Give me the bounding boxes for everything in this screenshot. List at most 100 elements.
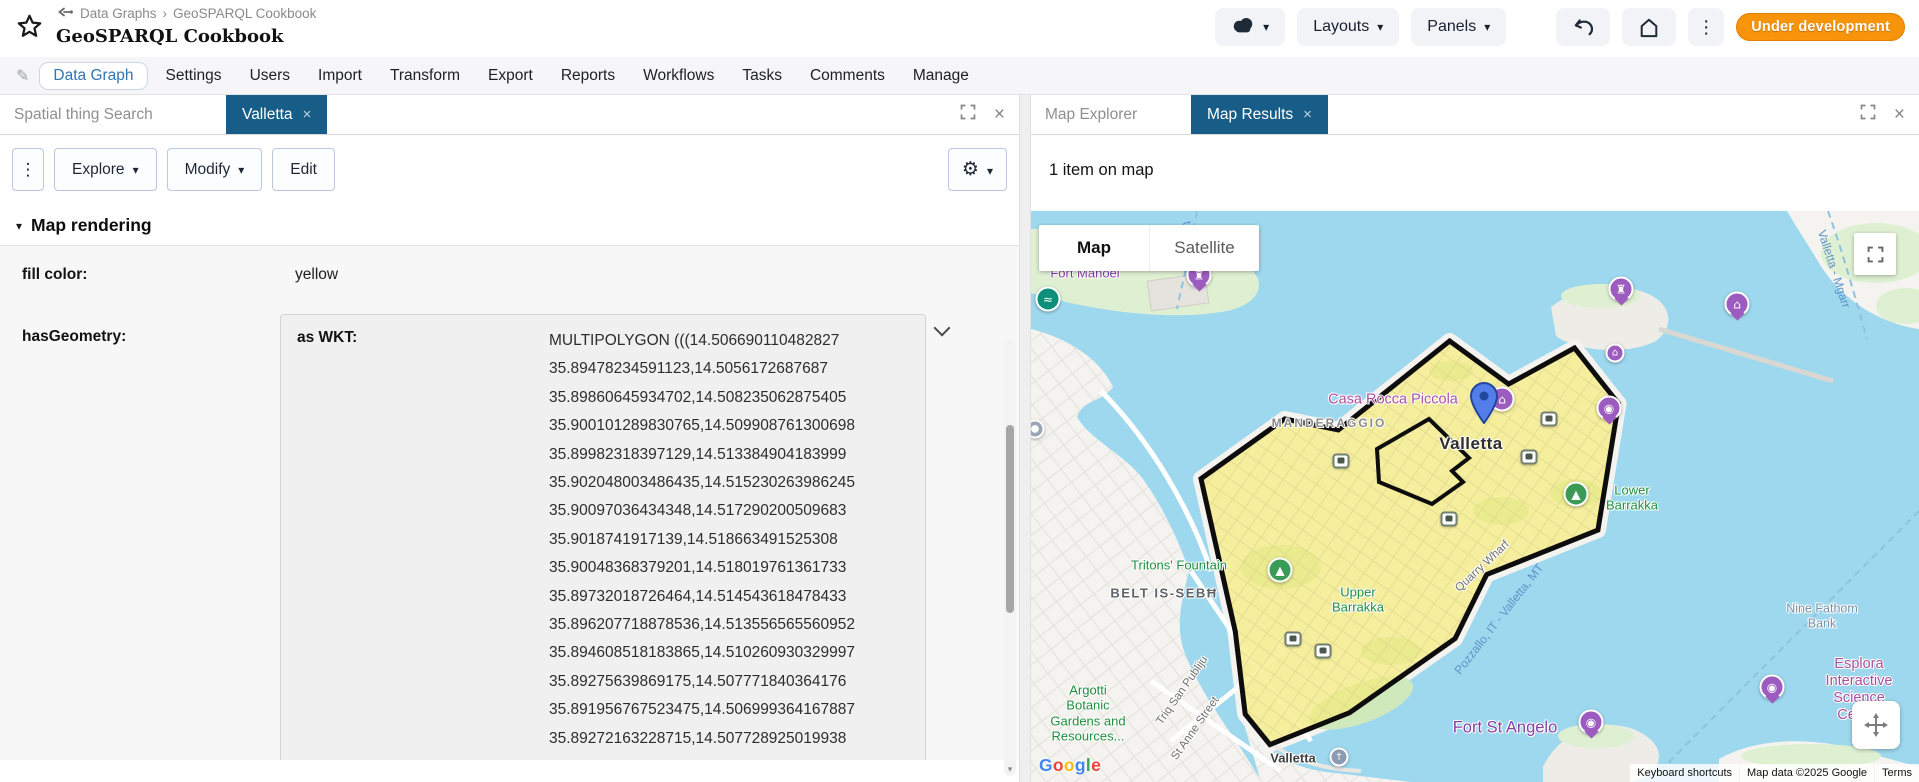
map-status-text: 1 item on map bbox=[1031, 135, 1919, 211]
waterfront-glyph: ◉ bbox=[1604, 402, 1614, 414]
map-attribution: Keyboard shortcuts Map data ©2025 Google… bbox=[1629, 764, 1919, 782]
satellite-view-button[interactable]: Satellite bbox=[1149, 225, 1259, 271]
harbor-icon[interactable]: ⌂ bbox=[1606, 344, 1625, 363]
bus-stop-icon[interactable] bbox=[1333, 454, 1350, 469]
nav-tab-tasks[interactable]: Tasks bbox=[728, 63, 796, 89]
point-glyph: ⌂ bbox=[1733, 298, 1741, 310]
collapse-triangle-icon: ▾ bbox=[16, 219, 22, 233]
wkt-line: 35.90048368379201,14.518019761361733 bbox=[549, 554, 921, 582]
vertical-scrollbar[interactable]: ▾ bbox=[1004, 340, 1016, 776]
tree-icon[interactable]: ▲ bbox=[1268, 558, 1293, 583]
breadcrumb-root[interactable]: Data Graphs bbox=[80, 6, 157, 21]
nav-tab-reports[interactable]: Reports bbox=[547, 63, 629, 89]
wkt-line: 35.90097036434348,14.517290200509683 bbox=[549, 497, 921, 525]
map-canvas[interactable]: Fort ManoelMANDERAGGIOCasa Rocca Piccola… bbox=[1031, 211, 1919, 782]
scrollbar-down-arrow-icon[interactable]: ▾ bbox=[1004, 764, 1016, 775]
terms-link[interactable]: Terms bbox=[1875, 764, 1919, 782]
kebab-icon: ⋮ bbox=[20, 160, 37, 180]
breadcrumb-current[interactable]: GeoSPARQL Cookbook bbox=[173, 6, 316, 21]
wkt-line: 35.9018741917139,14.518663491525308 bbox=[549, 526, 921, 554]
cloud-menu-button[interactable] bbox=[1215, 8, 1285, 46]
nav-tab-workflows[interactable]: Workflows bbox=[629, 63, 728, 89]
explore-button[interactable]: Explore bbox=[54, 148, 157, 191]
fort-st-angelo-icon[interactable]: ◉ bbox=[1579, 710, 1604, 735]
nav-tab-users[interactable]: Users bbox=[236, 63, 304, 89]
fullscreen-icon bbox=[1867, 246, 1884, 263]
close-panel-icon[interactable]: × bbox=[994, 105, 1005, 124]
map-fullscreen-button[interactable] bbox=[1854, 233, 1896, 275]
bus-stop-icon[interactable] bbox=[1521, 450, 1538, 465]
pencil-icon[interactable]: ✎ bbox=[16, 66, 29, 85]
wkt-line: 35.894608518183865,14.510260930329997 bbox=[549, 639, 921, 667]
map-rendering-section-header[interactable]: ▾ Map rendering bbox=[0, 204, 1019, 246]
panel-splitter[interactable] bbox=[1019, 95, 1031, 782]
home-button[interactable] bbox=[1622, 8, 1676, 46]
map-pan-button[interactable] bbox=[1852, 701, 1900, 749]
wkt-line: 35.902048003486435,14.515230263986245 bbox=[549, 469, 921, 497]
nav-tab-settings[interactable]: Settings bbox=[152, 63, 236, 89]
close-icon[interactable]: × bbox=[303, 106, 312, 123]
breadcrumb: Data Graphs › GeoSPARQL Cookbook bbox=[56, 4, 316, 23]
expand-panel-icon[interactable] bbox=[960, 104, 976, 125]
tab-map-explorer[interactable]: Map Explorer bbox=[1031, 95, 1191, 134]
nav-tab-manage[interactable]: Manage bbox=[899, 63, 983, 89]
ferry-icon[interactable]: ≈ bbox=[1036, 287, 1061, 312]
expand-panel-icon[interactable] bbox=[1860, 104, 1876, 125]
fill-color-value: yellow bbox=[295, 266, 338, 284]
toolbar-kebab-button[interactable]: ⋮ bbox=[12, 148, 44, 191]
scrollbar-thumb[interactable] bbox=[1006, 425, 1014, 613]
modify-button[interactable]: Modify bbox=[167, 148, 263, 191]
wkt-line: 35.89272163228715,14.507728925019938 bbox=[549, 725, 921, 753]
nav-tab-import[interactable]: Import bbox=[304, 63, 376, 89]
wkt-line: 35.89732018726464,14.514543618478433 bbox=[549, 583, 921, 611]
edit-button[interactable]: Edit bbox=[272, 148, 335, 191]
tab-valletta[interactable]: Valletta × bbox=[226, 95, 327, 134]
waterfront-icon[interactable]: ◉ bbox=[1597, 396, 1622, 421]
more-options-button[interactable]: ⋮ bbox=[1688, 8, 1724, 46]
nav-tab-transform[interactable]: Transform bbox=[376, 63, 474, 89]
nav-tab-export[interactable]: Export bbox=[474, 63, 547, 89]
fort-st-angelo-glyph: ◉ bbox=[1586, 716, 1596, 728]
tab-map-results[interactable]: Map Results × bbox=[1191, 95, 1328, 134]
point-icon[interactable]: ⌂ bbox=[1725, 292, 1750, 317]
favorite-star-icon[interactable] bbox=[16, 13, 43, 45]
gear-icon: ⚙ bbox=[962, 158, 979, 181]
chevron-down-icon[interactable] bbox=[934, 320, 951, 337]
right-panel-tabs: Map Explorer Map Results × × bbox=[1031, 95, 1919, 135]
google-logo[interactable]: Google bbox=[1039, 755, 1101, 776]
bus-stop-icon[interactable] bbox=[1441, 512, 1458, 527]
bus-stop-icon[interactable] bbox=[1285, 632, 1302, 647]
castle-icon[interactable]: ♜ bbox=[1609, 277, 1634, 302]
map-view-button[interactable]: Map bbox=[1039, 225, 1149, 271]
panels-button[interactable]: Panels bbox=[1411, 8, 1506, 46]
layouts-button[interactable]: Layouts bbox=[1297, 8, 1399, 46]
graph-icon bbox=[56, 4, 74, 23]
nav-tabs: Data GraphSettingsUsersImportTransformEx… bbox=[39, 62, 983, 90]
bus-stop-icon[interactable] bbox=[1541, 412, 1558, 427]
settings-gear-button[interactable]: ⚙ bbox=[948, 148, 1007, 191]
keyboard-shortcuts-link[interactable]: Keyboard shortcuts bbox=[1630, 764, 1739, 782]
undo-button[interactable] bbox=[1556, 8, 1610, 46]
church-icon[interactable]: † bbox=[1330, 748, 1349, 767]
close-icon[interactable]: × bbox=[1303, 106, 1312, 123]
wkt-line: 35.89860645934702,14.508235062875405 bbox=[549, 384, 921, 412]
explore-label: Explore bbox=[72, 161, 125, 179]
wkt-box: as WKT: MULTIPOLYGON (((14.5066901104828… bbox=[280, 314, 926, 760]
undo-icon bbox=[1572, 17, 1594, 37]
garden-icon[interactable]: ▲ bbox=[1564, 482, 1589, 507]
tab-spatial-thing-search[interactable]: Spatial thing Search bbox=[0, 95, 226, 134]
left-toolbar: ⋮ Explore Modify Edit ⚙ bbox=[0, 135, 1019, 204]
nav-tab-data-graph[interactable]: Data Graph bbox=[39, 62, 147, 90]
esplora-icon[interactable]: ◉ bbox=[1760, 675, 1785, 700]
bus-stop-icon[interactable] bbox=[1315, 644, 1332, 659]
map-marker-icon[interactable] bbox=[1470, 382, 1498, 429]
harbor-glyph: ⌂ bbox=[1612, 348, 1618, 358]
castle-glyph: ♜ bbox=[1616, 283, 1627, 295]
modify-label: Modify bbox=[185, 161, 231, 179]
wkt-line: 35.89275639869175,14.507771840364176 bbox=[549, 668, 921, 696]
layouts-label: Layouts bbox=[1313, 18, 1369, 36]
close-panel-icon[interactable]: × bbox=[1894, 105, 1905, 124]
spatial-search-panel: Spatial thing Search Valletta × × ⋮ bbox=[0, 95, 1019, 782]
nav-tab-comments[interactable]: Comments bbox=[796, 63, 899, 89]
wkt-line: 35.89478234591123,14.5056172687687 bbox=[549, 355, 921, 383]
